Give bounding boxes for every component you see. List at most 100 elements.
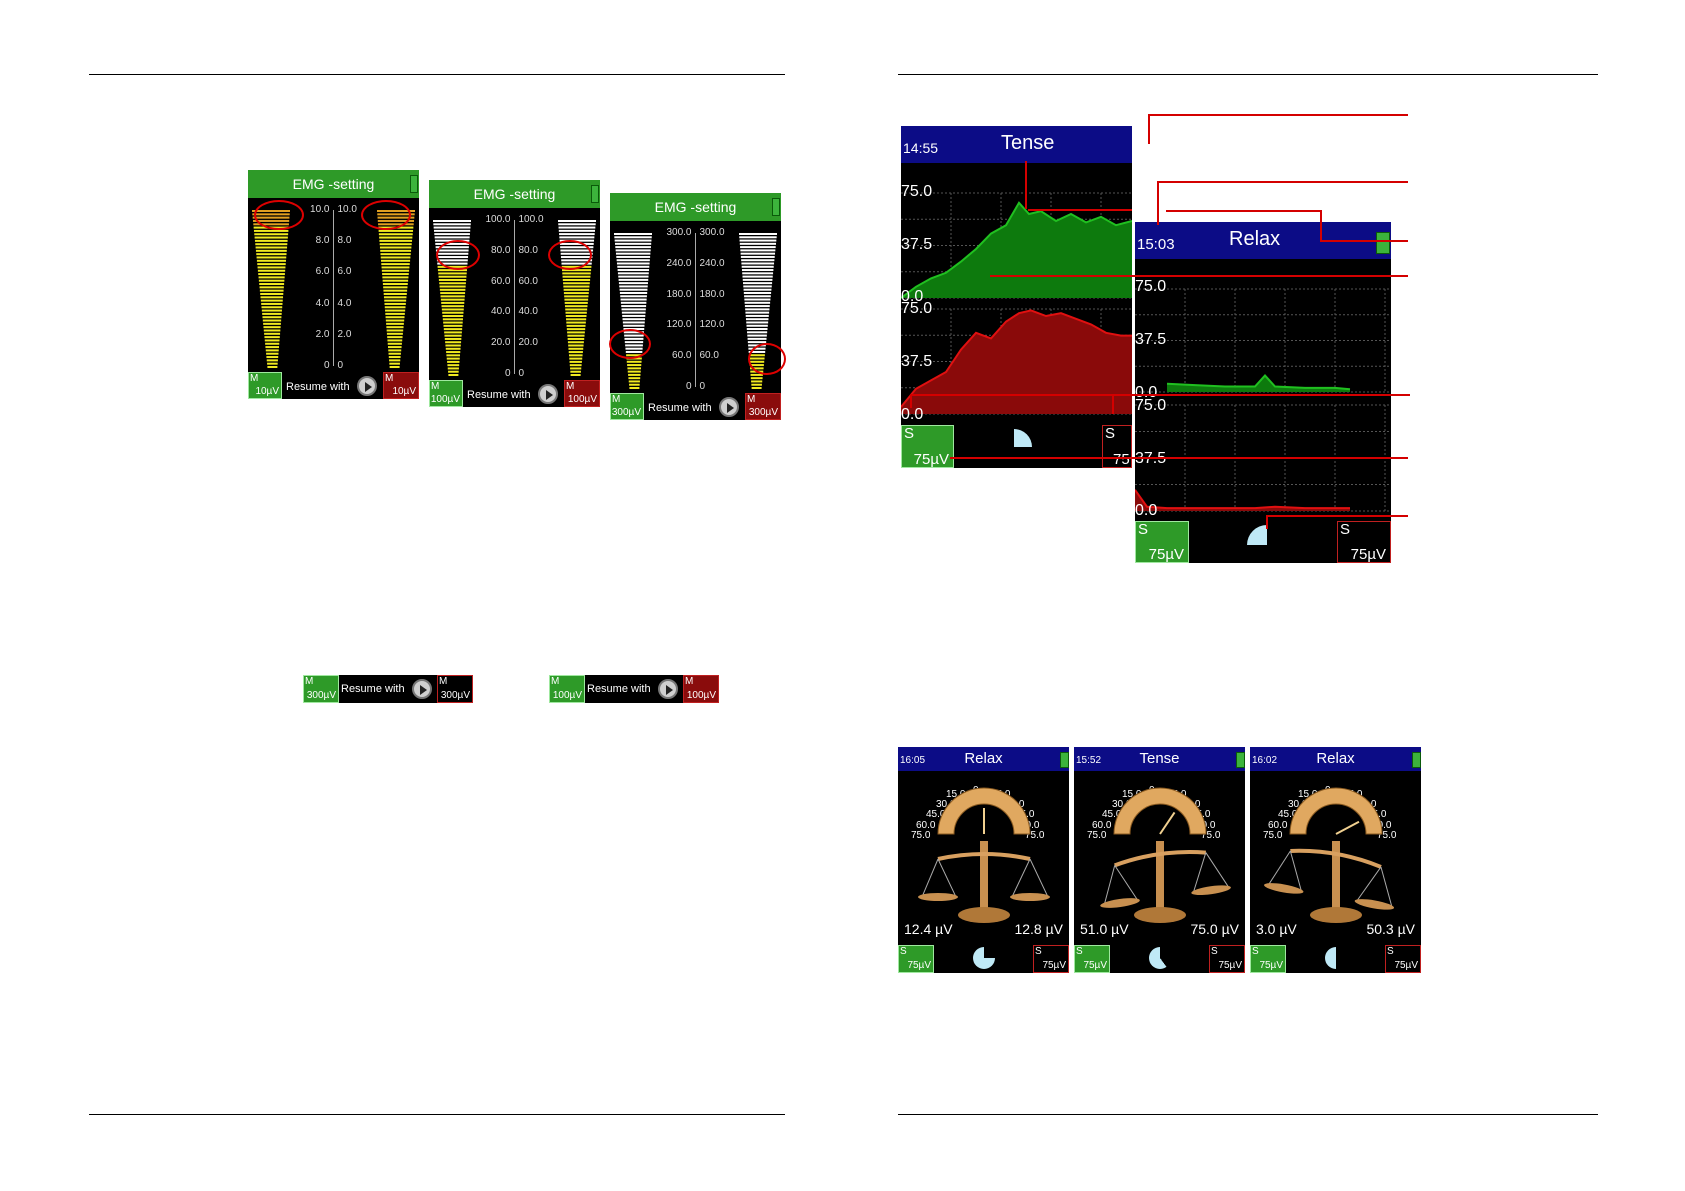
indicator-mode: M: [439, 676, 448, 687]
balance-right-indicator[interactable]: S 75µV: [1209, 945, 1245, 973]
emg-bar-segment: [255, 249, 287, 252]
emg-bar-segment: [740, 249, 776, 252]
emg-bar-segment: [379, 239, 413, 242]
emg-bar-segment: [433, 226, 471, 229]
emg-bar-segment: [564, 295, 589, 298]
balance-title: Relax: [1316, 750, 1355, 767]
emg-right-indicator[interactable]: M 10µV: [383, 372, 419, 399]
resume-right-indicator[interactable]: M 100µV: [683, 675, 719, 703]
balance-right-indicator[interactable]: S 75µV: [1385, 945, 1421, 973]
resume-label: Resume with: [341, 683, 405, 695]
tense-left-indicator[interactable]: S 75µV: [901, 425, 954, 468]
balance-right-value: 50.3 µV: [1366, 921, 1415, 937]
emg-tick-label-right: 6.0: [337, 266, 352, 278]
balance-right-indicator[interactable]: S 75µV: [1033, 945, 1069, 973]
relax-right-indicator[interactable]: S 75µV: [1337, 521, 1391, 563]
indicator-range: 75µV: [913, 451, 949, 468]
indicator-mode: M: [685, 676, 694, 687]
emg-bar-segment: [442, 315, 464, 318]
resume-play-button[interactable]: [538, 384, 558, 404]
emg-bar-segment: [563, 282, 590, 285]
emg-bar-segment: [566, 324, 586, 327]
indicator-range: 75µV: [907, 960, 931, 971]
tense-right-indicator[interactable]: S 75: [1102, 425, 1132, 468]
balance-left-indicator[interactable]: S 75µV: [1074, 945, 1110, 973]
emg-tick-label-left: 80.0: [491, 244, 511, 256]
indicator-mode: S: [1211, 946, 1218, 957]
emg-bar-segment: [739, 239, 777, 242]
emg-bar-segment: [381, 266, 410, 269]
emg-tick-label-left: 120.0: [666, 319, 692, 331]
emg-bar-segment: [619, 291, 648, 294]
indicator-range: 300µV: [748, 407, 778, 418]
emg-tick-label-left: 180.0: [666, 288, 692, 300]
emg-bar-segment: [445, 344, 461, 347]
emg-bar-segment: [434, 236, 470, 239]
balance-left-indicator[interactable]: S 75µV: [898, 945, 934, 973]
emg-bar-segment: [389, 366, 400, 368]
resume-right-indicator[interactable]: M 300µV: [437, 675, 473, 703]
emg-bar-segment: [562, 278, 591, 281]
emg-bar-segment: [378, 233, 413, 236]
tense-time: 14:55: [903, 140, 939, 156]
emg-bar-segment: [742, 278, 773, 281]
emg-left-indicator[interactable]: M 300µV: [610, 393, 644, 420]
emg-bar-segment: [444, 337, 462, 340]
emg-bar-segment: [616, 259, 650, 262]
battery-icon: [1236, 752, 1245, 768]
emg-bar-segment: [387, 339, 403, 342]
callout-line: [1266, 515, 1408, 517]
emg-bar-segment: [262, 312, 282, 315]
emg-left-indicator[interactable]: M 100µV: [429, 380, 463, 407]
emg-right-indicator[interactable]: M 100µV: [564, 380, 600, 407]
emg-bar-segment: [566, 328, 586, 331]
emg-bar-segment: [740, 246, 776, 249]
emg-bar-segment: [562, 272, 591, 275]
emg-bar-segment: [746, 321, 769, 324]
emg-bar-segment: [257, 263, 286, 266]
emg-bar-segment: [569, 360, 582, 363]
emg-bar-segment: [448, 370, 459, 373]
highlight-ellipse: [361, 200, 411, 230]
resume-left-indicator[interactable]: M 300µV: [303, 675, 339, 703]
tense-screen: 14:55 Tense 75.0 37.5 0.0 75.0 37.5 0.0 …: [901, 126, 1132, 468]
emg-bar-segment: [622, 314, 646, 317]
resume-label: Resume with: [467, 389, 531, 401]
emg-bar-segment: [743, 288, 772, 291]
emg-bar-segment: [570, 370, 581, 373]
emg-bar-segment: [617, 265, 650, 268]
emg-bar-segment: [388, 352, 401, 355]
callout-line: [1157, 181, 1159, 225]
emg-bar-segment: [742, 272, 774, 275]
right-bottom-rule: [898, 1114, 1598, 1115]
indicator-mode: S: [1076, 946, 1083, 957]
emg-bar-segment: [385, 319, 405, 322]
indicator-mode: S: [1105, 425, 1116, 442]
emg-bar-segment: [565, 315, 587, 318]
emg-bar-segment: [563, 285, 590, 288]
indicator-range: 300µV: [306, 690, 336, 701]
resume-play-button[interactable]: [719, 397, 739, 417]
emg-right-indicator[interactable]: M 300µV: [745, 393, 781, 420]
emg-bar-segment: [743, 285, 772, 288]
emg-bar-segment: [559, 236, 595, 239]
emg-left-indicator[interactable]: M 10µV: [248, 372, 282, 399]
emg-bar-segment: [265, 349, 279, 352]
emg-bar-segment: [621, 305, 647, 308]
emg-bar-segment: [627, 364, 642, 367]
resume-left-indicator[interactable]: M 100µV: [549, 675, 585, 703]
resume-play-button[interactable]: [357, 376, 377, 396]
emg-bar-segment: [257, 266, 286, 269]
scale-pan-right: [1010, 893, 1050, 901]
emg-bar-segment: [386, 329, 404, 332]
balance-left-indicator[interactable]: S 75µV: [1250, 945, 1286, 973]
emg-bar-segment: [568, 344, 584, 347]
resume-play-button[interactable]: [658, 679, 678, 699]
balance-header: 16:05 Relax: [898, 747, 1069, 771]
relax-left-indicator[interactable]: S 75µV: [1135, 521, 1189, 563]
emg-bar-segment: [745, 314, 769, 317]
left-top-rule: [89, 74, 785, 75]
emg-bar-segment: [445, 341, 462, 344]
battery-icon: [772, 198, 780, 216]
resume-play-button[interactable]: [412, 679, 432, 699]
